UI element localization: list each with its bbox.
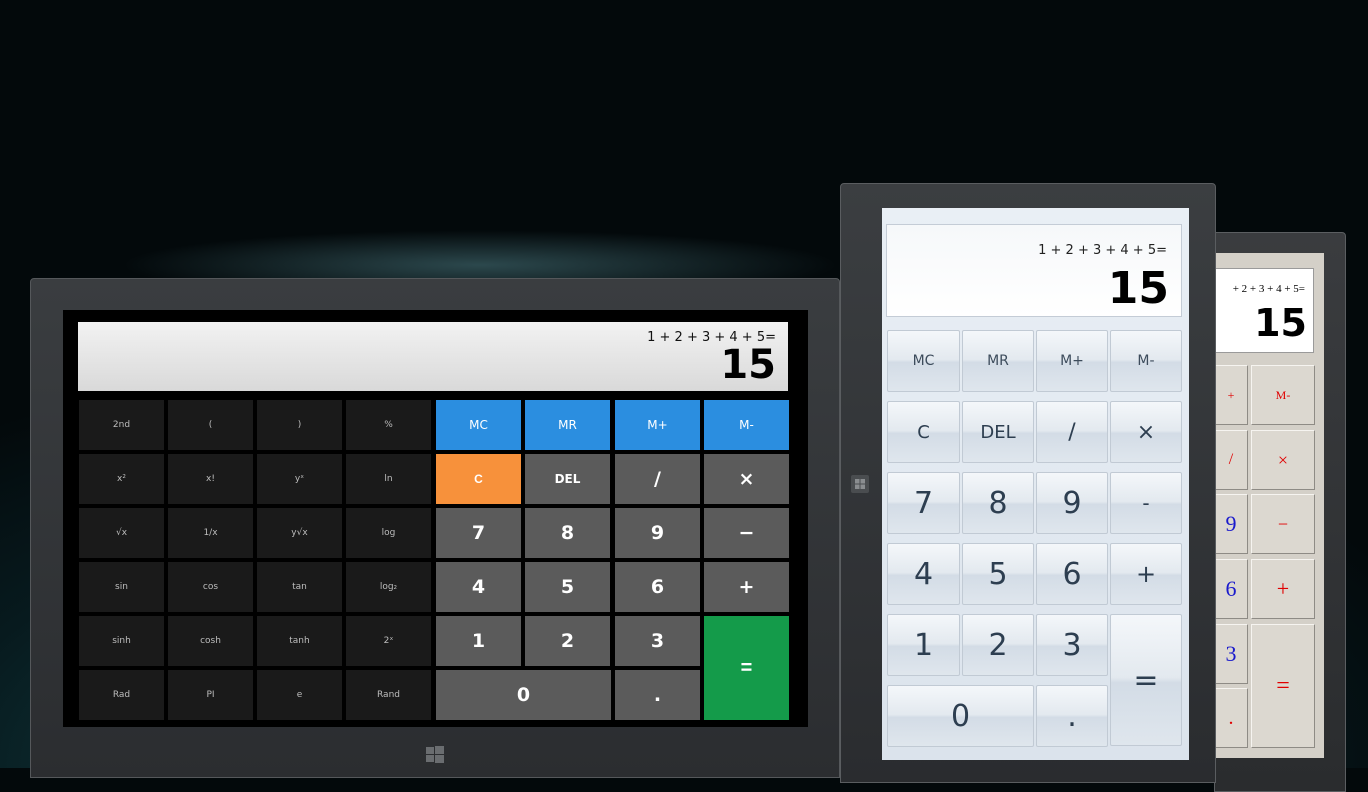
- key-multiply[interactable]: ×: [1110, 401, 1182, 463]
- key-mc[interactable]: MC: [436, 400, 521, 450]
- key-decimal[interactable]: .: [615, 670, 700, 720]
- key-0[interactable]: 0: [887, 685, 1034, 747]
- key-delete[interactable]: DEL: [525, 454, 610, 504]
- key-add[interactable]: +: [704, 562, 789, 612]
- expression-text: 1 + 2 + 3 + 4 + 5=: [1038, 243, 1167, 258]
- key-add[interactable]: +: [1110, 543, 1182, 605]
- key-m-plus[interactable]: M+: [1036, 330, 1108, 392]
- result-text: 15: [1254, 301, 1307, 345]
- key-7[interactable]: 7: [887, 472, 960, 534]
- key-equals[interactable]: =: [704, 616, 789, 720]
- key-7[interactable]: 7: [436, 508, 521, 558]
- key-1[interactable]: 1: [887, 614, 960, 676]
- key-5[interactable]: 5: [525, 562, 610, 612]
- key-decimal-partial[interactable]: .: [1214, 688, 1248, 748]
- key-8[interactable]: 8: [525, 508, 610, 558]
- result-text: 15: [1107, 263, 1169, 314]
- key-clear[interactable]: C: [436, 454, 521, 504]
- key-multiply[interactable]: ×: [704, 454, 789, 504]
- key-8[interactable]: 8: [962, 472, 1034, 534]
- key-sqrt[interactable]: √x: [79, 508, 164, 558]
- key-6[interactable]: 6: [1036, 543, 1108, 605]
- key-mc[interactable]: MC: [887, 330, 960, 392]
- key-9[interactable]: 9: [1036, 472, 1108, 534]
- key-square[interactable]: x²: [79, 454, 164, 504]
- windows-logo-icon[interactable]: [424, 744, 446, 766]
- key-6-partial[interactable]: 6: [1214, 559, 1248, 619]
- key-percent[interactable]: %: [346, 400, 431, 450]
- key-close-paren[interactable]: ): [257, 400, 342, 450]
- right-display: + 2 + 3 + 4 + 5= 15: [1214, 268, 1314, 353]
- key-3[interactable]: 3: [615, 616, 700, 666]
- result-text: 15: [720, 342, 776, 388]
- key-cosh[interactable]: cosh: [168, 616, 253, 666]
- windows-logo-icon[interactable]: [851, 475, 869, 493]
- key-multiply[interactable]: ×: [1251, 430, 1315, 490]
- key-cos[interactable]: cos: [168, 562, 253, 612]
- key-m-minus[interactable]: M-: [704, 400, 789, 450]
- key-reciprocal[interactable]: 1/x: [168, 508, 253, 558]
- key-sinh[interactable]: sinh: [79, 616, 164, 666]
- key-9-partial[interactable]: 9: [1214, 494, 1248, 554]
- key-rand[interactable]: Rand: [346, 670, 431, 720]
- key-m-minus[interactable]: M-: [1110, 330, 1182, 392]
- key-m-plus-partial[interactable]: +: [1214, 365, 1248, 425]
- key-divide-partial[interactable]: /: [1214, 430, 1248, 490]
- key-m-plus[interactable]: M+: [615, 400, 700, 450]
- key-rad[interactable]: Rad: [79, 670, 164, 720]
- key-subtract[interactable]: −: [704, 508, 789, 558]
- key-4[interactable]: 4: [887, 543, 960, 605]
- landscape-display: 1 + 2 + 3 + 4 + 5= 15: [78, 322, 788, 391]
- key-m-minus[interactable]: M-: [1251, 365, 1315, 425]
- key-5[interactable]: 5: [962, 543, 1034, 605]
- key-log2[interactable]: log₂: [346, 562, 431, 612]
- key-2nd[interactable]: 2nd: [79, 400, 164, 450]
- key-delete[interactable]: DEL: [962, 401, 1034, 463]
- key-decimal[interactable]: .: [1036, 685, 1108, 747]
- key-ln[interactable]: ln: [346, 454, 431, 504]
- key-open-paren[interactable]: (: [168, 400, 253, 450]
- key-e[interactable]: e: [257, 670, 342, 720]
- key-2-power-x[interactable]: 2ˣ: [346, 616, 431, 666]
- key-nth-root[interactable]: y√x: [257, 508, 342, 558]
- key-divide[interactable]: /: [1036, 401, 1108, 463]
- key-clear[interactable]: C: [887, 401, 960, 463]
- key-2[interactable]: 2: [962, 614, 1034, 676]
- key-equals[interactable]: =: [1110, 614, 1182, 746]
- key-divide[interactable]: /: [615, 454, 700, 504]
- key-1[interactable]: 1: [436, 616, 521, 666]
- key-equals[interactable]: =: [1251, 624, 1315, 748]
- key-log[interactable]: log: [346, 508, 431, 558]
- key-6[interactable]: 6: [615, 562, 700, 612]
- expression-text: + 2 + 3 + 4 + 5=: [1232, 283, 1305, 295]
- key-3[interactable]: 3: [1036, 614, 1108, 676]
- key-add[interactable]: +: [1251, 559, 1315, 619]
- key-factorial[interactable]: x!: [168, 454, 253, 504]
- key-tan[interactable]: tan: [257, 562, 342, 612]
- key-tanh[interactable]: tanh: [257, 616, 342, 666]
- key-9[interactable]: 9: [615, 508, 700, 558]
- portrait-display: 1 + 2 + 3 + 4 + 5= 15: [886, 224, 1182, 317]
- key-3-partial[interactable]: 3: [1214, 624, 1248, 684]
- key-0[interactable]: 0: [436, 670, 611, 720]
- key-sin[interactable]: sin: [79, 562, 164, 612]
- key-4[interactable]: 4: [436, 562, 521, 612]
- key-2[interactable]: 2: [525, 616, 610, 666]
- key-power[interactable]: yˣ: [257, 454, 342, 504]
- key-mr[interactable]: MR: [525, 400, 610, 450]
- key-subtract[interactable]: −: [1251, 494, 1315, 554]
- key-subtract[interactable]: -: [1110, 472, 1182, 534]
- key-mr[interactable]: MR: [962, 330, 1034, 392]
- key-pi[interactable]: PI: [168, 670, 253, 720]
